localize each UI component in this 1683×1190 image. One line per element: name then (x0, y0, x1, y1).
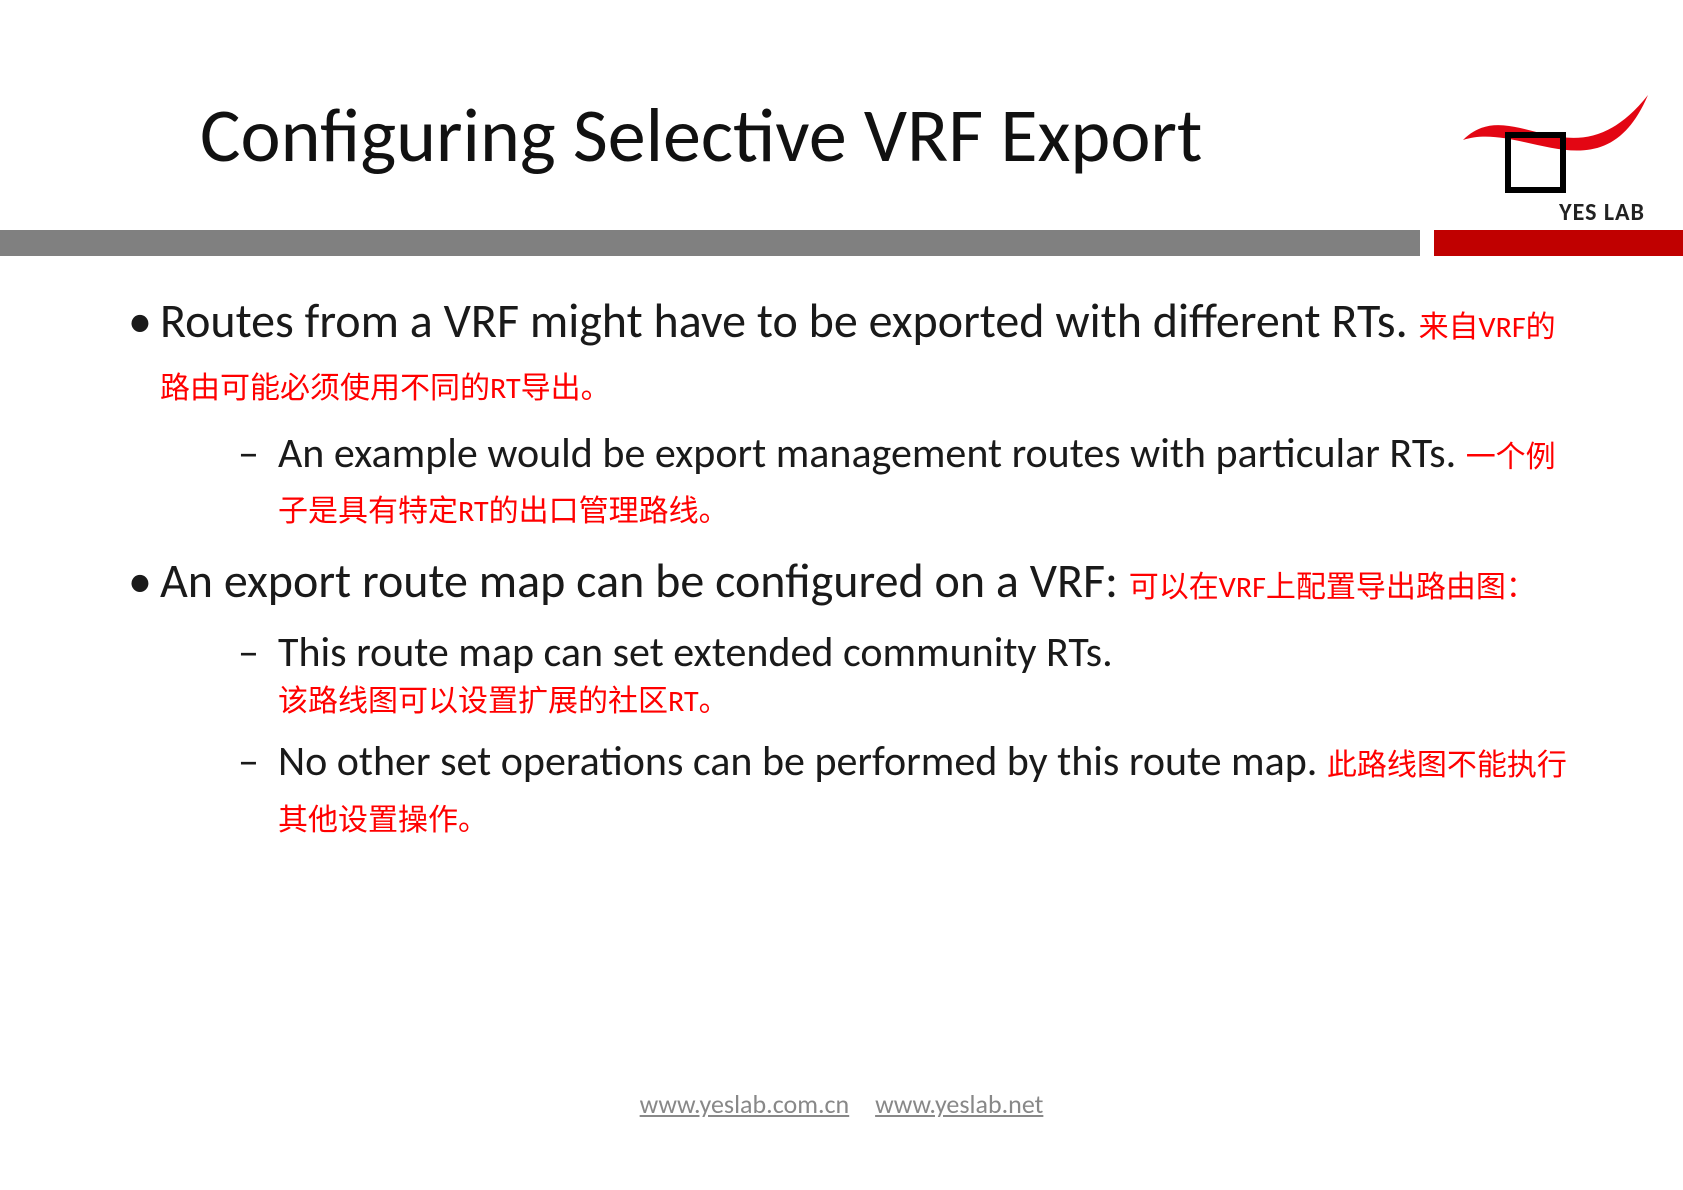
slide-title: Configuring Selective VRF Export (200, 90, 1623, 182)
divider-bar-gap (1420, 230, 1434, 256)
bullet-level1: An export route map can be configured on… (160, 550, 1573, 611)
divider-bar-grey (0, 230, 1420, 256)
bullet-text-en: This route map can set extended communit… (278, 627, 1113, 678)
slide: Configuring Selective VRF Export YES LAB… (0, 0, 1683, 1190)
bullet-text-en: Routes from a VRF might have to be expor… (160, 291, 1408, 350)
yeslab-logo: YES LAB (1453, 80, 1653, 200)
bullet-level1: Routes from a VRF might have to be expor… (160, 290, 1573, 413)
content-body: Routes from a VRF might have to be expor… (160, 290, 1573, 858)
bullet-text-en: An example would be export management ro… (278, 428, 1456, 479)
footer: www.yeslab.com.cn www.yeslab.net (0, 1088, 1683, 1120)
logo-text: YES LAB (1559, 198, 1645, 227)
bullet-level2: This route map can set extended communit… (238, 626, 1573, 722)
divider-bar (0, 230, 1683, 256)
title-wrap: Configuring Selective VRF Export (60, 0, 1623, 182)
footer-link[interactable]: www.yeslab.net (875, 1088, 1043, 1120)
bullet-level2: An example would be export management ro… (238, 427, 1573, 536)
checkmark-icon (1453, 80, 1653, 200)
bullet-text-en: No other set operations can be performed… (278, 736, 1317, 787)
footer-link[interactable]: www.yeslab.com.cn (640, 1088, 850, 1120)
divider-bar-red (1434, 230, 1683, 256)
bullet-level2: No other set operations can be performed… (238, 735, 1573, 844)
bullet-text-zh: 可以在VRF上配置导出路由图： (1129, 569, 1536, 606)
bullet-text-en: An export route map can be configured on… (160, 551, 1118, 610)
bullet-text-zh: 该路线图可以设置扩展的社区RT。 (278, 682, 1573, 721)
